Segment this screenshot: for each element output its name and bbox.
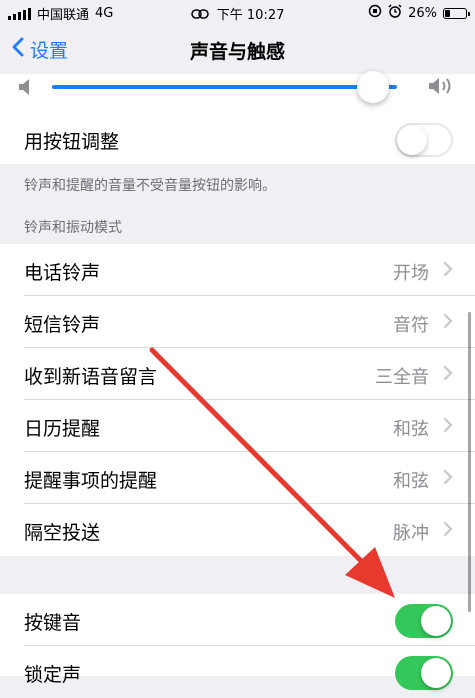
- scroll-indicator: [468, 312, 471, 612]
- button-adjust-toggle[interactable]: [395, 123, 453, 157]
- list-item-label: 日历提醒: [24, 418, 101, 440]
- orientation-lock-icon: [368, 4, 382, 22]
- sounds-card: 电话铃声 开场 短信铃声 音符 收到新语音留言 三全音 日历提醒 和弦 提醒事项…: [0, 244, 475, 556]
- chevron-right-icon: [443, 469, 453, 489]
- status-bar: 中国联通 4G 下午 10:27 26%: [0, 0, 475, 24]
- volume-slider[interactable]: [52, 85, 397, 89]
- list-item-label: 收到新语音留言: [24, 366, 158, 388]
- battery-percent: 26%: [408, 5, 437, 21]
- speaker-high-icon: [428, 76, 456, 100]
- sound-row-calendar-alerts[interactable]: 日历提醒 和弦: [0, 400, 475, 452]
- button-adjust-note: 铃声和提醒的音量不受音量按钮的影响。: [24, 178, 276, 194]
- chevron-right-icon: [443, 313, 453, 333]
- lock-sound-toggle[interactable]: [395, 656, 453, 690]
- lock-sound-label: 锁定声: [24, 664, 82, 686]
- alarm-icon: [388, 4, 402, 22]
- sound-row-ringtone[interactable]: 电话铃声 开场: [0, 244, 475, 296]
- chevron-right-icon: [443, 417, 453, 437]
- lock-sound-row: 锁定声: [0, 646, 475, 698]
- keyboard-clicks-toggle[interactable]: [395, 604, 453, 638]
- list-item-value: 开场: [393, 263, 429, 284]
- chevron-right-icon: [443, 261, 453, 281]
- volume-slider-knob[interactable]: [357, 71, 389, 103]
- list-item-value: 脉冲: [393, 523, 429, 544]
- chevron-right-icon: [443, 365, 453, 385]
- list-item-label: 电话铃声: [24, 262, 101, 284]
- sound-row-new-voicemail[interactable]: 收到新语音留言 三全音: [0, 348, 475, 400]
- list-item-label: 短信铃声: [24, 314, 101, 336]
- list-item-value: 音符: [393, 315, 429, 336]
- chevron-right-icon: [443, 521, 453, 541]
- button-adjust-label: 用按钮调整: [24, 131, 120, 153]
- keyboard-clicks-row: 按键音: [0, 594, 475, 646]
- toggles-card: 按键音 锁定声: [0, 594, 475, 690]
- sound-row-text-tone[interactable]: 短信铃声 音符: [0, 296, 475, 348]
- sounds-section-header: 铃声和振动模式: [24, 220, 122, 236]
- link-icon: [190, 8, 209, 23]
- sound-row-airdrop[interactable]: 隔空投送 脉冲: [0, 504, 475, 556]
- keyboard-clicks-label: 按键音: [24, 612, 82, 634]
- navigation-bar: 设置 声音与触感: [0, 24, 475, 74]
- clock: 下午 10:27: [216, 8, 285, 23]
- list-item-value: 三全音: [375, 367, 429, 388]
- list-item-value: 和弦: [393, 419, 429, 440]
- sound-row-reminder-alerts[interactable]: 提醒事项的提醒 和弦: [0, 452, 475, 504]
- list-item-label: 隔空投送: [24, 522, 101, 544]
- list-item-label: 提醒事项的提醒: [24, 470, 158, 492]
- page-title: 声音与触感: [189, 41, 285, 63]
- button-adjust-row: 用按钮调整: [0, 113, 475, 165]
- speaker-low-icon: [18, 78, 32, 100]
- list-item-value: 和弦: [393, 471, 429, 492]
- battery-icon: [443, 7, 470, 19]
